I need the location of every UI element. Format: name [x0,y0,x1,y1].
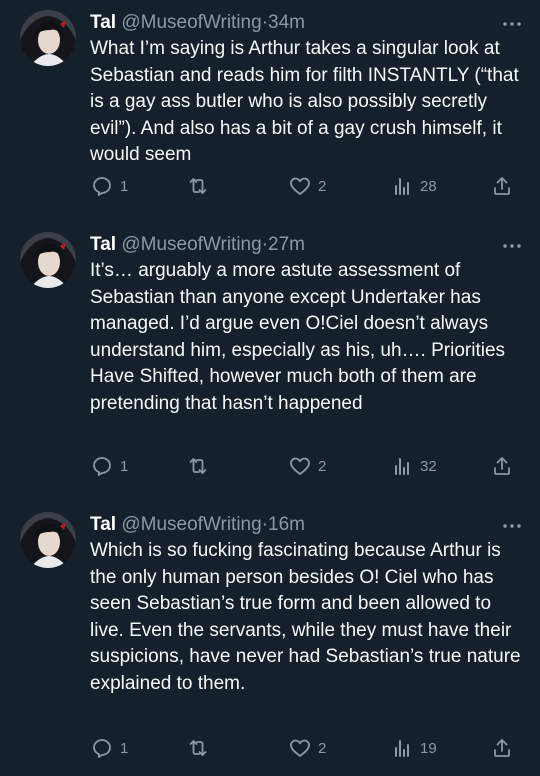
reply-icon [90,454,114,478]
reply-button[interactable]: 1 [90,172,128,200]
like-count: 2 [318,739,327,757]
heart-icon [288,454,312,478]
display-name[interactable]: Tal [90,514,116,535]
display-name[interactable]: Tal [90,12,116,33]
like-button[interactable]: 2 [288,172,326,200]
tweet-header: Tal @MuseofWriting·16m [90,512,305,538]
views-count: 28 [420,177,437,195]
timestamp[interactable]: 27m [268,234,305,255]
like-count: 2 [318,457,327,475]
reply-button[interactable]: 1 [90,452,128,480]
more-icon[interactable] [500,14,524,34]
avatar[interactable] [20,10,76,66]
like-count: 2 [318,177,327,195]
views-button[interactable]: 28 [390,172,437,200]
like-button[interactable]: 2 [288,734,326,762]
retweet-button[interactable] [186,734,210,762]
reply-button[interactable]: 1 [90,734,128,762]
more-icon[interactable] [500,516,524,536]
tweet-header: Tal @MuseofWriting·34m [90,10,305,36]
reply-icon [90,736,114,760]
user-handle[interactable]: @MuseofWriting [121,514,261,535]
reply-count: 1 [120,457,129,475]
share-icon [490,174,514,198]
more-icon[interactable] [500,236,524,256]
avatar[interactable] [20,232,76,288]
share-button[interactable] [490,734,514,762]
views-icon [390,454,414,478]
tweet-actions: 1 2 28 [86,172,526,200]
avatar[interactable] [20,512,76,568]
retweet-button[interactable] [186,172,210,200]
views-button[interactable]: 19 [390,734,437,762]
tweet-actions: 1 2 32 [86,452,526,480]
views-button[interactable]: 32 [390,452,437,480]
timestamp[interactable]: 34m [268,12,305,33]
tweet-text: It’s… arguably a more astute assessment … [90,260,506,414]
views-icon [390,736,414,760]
heart-icon [288,174,312,198]
heart-icon [288,736,312,760]
tweet-text: What I’m saying is Arthur takes a singul… [90,38,519,166]
timestamp[interactable]: 16m [268,514,305,535]
views-count: 32 [420,457,437,475]
share-button[interactable] [490,452,514,480]
tweet-header: Tal @MuseofWriting·27m [90,232,305,258]
retweet-icon [186,174,210,198]
tweet-actions: 1 2 19 [86,734,526,762]
retweet-button[interactable] [186,452,210,480]
views-icon [390,174,414,198]
user-handle[interactable]: @MuseofWriting [121,234,261,255]
share-icon [490,736,514,760]
user-handle[interactable]: @MuseofWriting [121,12,261,33]
retweet-icon [186,454,210,478]
tweet-text: Which is so fucking fascinating because … [90,540,521,694]
display-name[interactable]: Tal [90,234,116,255]
share-button[interactable] [490,172,514,200]
like-button[interactable]: 2 [288,452,326,480]
views-count: 19 [420,739,437,757]
reply-count: 1 [120,177,129,195]
reply-icon [90,174,114,198]
reply-count: 1 [120,739,129,757]
retweet-icon [186,736,210,760]
share-icon [490,454,514,478]
